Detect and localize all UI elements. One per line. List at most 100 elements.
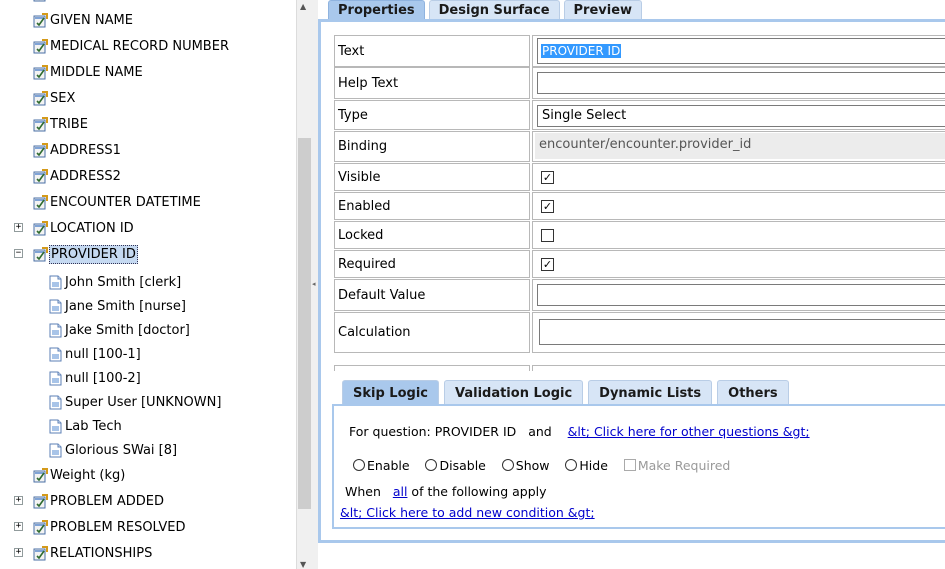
option-icon (49, 371, 62, 385)
option-icon (49, 443, 62, 457)
option-icon (49, 323, 62, 337)
tab-skip-logic[interactable]: Skip Logic (342, 380, 439, 405)
radio-disable[interactable]: Disable (425, 458, 486, 473)
property-label: Text (334, 35, 530, 67)
property-row-locked: Locked (334, 221, 945, 249)
tree-option-item[interactable]: Jane Smith [nurse] (49, 296, 187, 316)
radio-label: Disable (439, 458, 486, 473)
tree-question-item[interactable]: TRIBE (33, 114, 89, 134)
question-icon (33, 116, 48, 131)
other-questions-link[interactable]: &lt; Click here for other questions &gt; (568, 424, 810, 439)
property-label: Required (334, 250, 530, 278)
expand-plus-icon[interactable]: + (14, 522, 23, 531)
option-icon (49, 419, 62, 433)
text-value: PROVIDER ID (541, 44, 622, 58)
tree-item-label: John Smith [clerk] (65, 274, 182, 290)
tree-option-item[interactable]: null [100-1] (49, 344, 142, 364)
tree-question-item[interactable]: FAMILY NAME (33, 0, 137, 4)
property-row-required: Required ✓ (334, 250, 945, 278)
tree-option-item[interactable]: Lab Tech (49, 416, 123, 436)
tree-question-item[interactable]: SEX (33, 88, 76, 108)
tree-item-label: ADDRESS2 (50, 168, 121, 184)
when-line: When all of the following apply (345, 484, 547, 499)
scroll-up-arrow-icon[interactable]: ▲ (300, 2, 306, 11)
property-label: Enabled (334, 192, 530, 220)
radio-hide[interactable]: Hide (565, 458, 608, 473)
tree-option-item[interactable]: John Smith [clerk] (49, 272, 182, 292)
tree-option-item[interactable]: null [100-2] (49, 368, 142, 388)
tree-item-label: Weight (kg) (50, 467, 126, 483)
expand-plus-icon[interactable]: + (14, 548, 23, 557)
make-required-label: Make Required (637, 458, 731, 473)
tree-question-item[interactable]: MIDDLE NAME (33, 62, 144, 82)
property-value-cell: ✓ (532, 163, 945, 191)
scroll-down-arrow-icon[interactable]: ▼ (300, 560, 306, 569)
add-condition-link[interactable]: &lt; Click here to add new condition &gt… (340, 505, 595, 520)
question-icon (33, 64, 48, 79)
question-icon (33, 519, 48, 534)
tab-properties[interactable]: Properties (328, 0, 425, 20)
required-checkbox[interactable]: ✓ (541, 258, 554, 271)
expand-plus-icon[interactable]: + (14, 223, 23, 232)
locked-checkbox[interactable] (541, 229, 554, 242)
tab-preview[interactable]: Preview (563, 0, 643, 20)
tree-item-label: Glorious SWai [8] (65, 442, 178, 458)
expand-plus-icon[interactable]: + (14, 496, 23, 505)
radio-enable[interactable]: Enable (353, 458, 410, 473)
tab-others[interactable]: Others (717, 380, 789, 405)
tree-question-item[interactable]: PROBLEM ADDED (33, 491, 165, 511)
calculation-input[interactable] (539, 319, 945, 345)
logic-tabs: Skip Logic Validation Logic Dynamic List… (342, 380, 789, 405)
tree-item-label: null [100-1] (65, 346, 141, 362)
tree-question-item[interactable]: Weight (kg) (33, 465, 126, 485)
tab-validation-logic[interactable]: Validation Logic (443, 380, 584, 405)
collapse-minus-icon[interactable]: − (14, 249, 23, 258)
question-icon (33, 194, 48, 209)
default-value-input[interactable] (537, 284, 945, 306)
property-label: Calculation (334, 312, 530, 353)
radio-show[interactable]: Show (501, 458, 550, 473)
when-text: When (345, 484, 381, 499)
tree-question-item[interactable]: MEDICAL RECORD NUMBER (33, 36, 230, 56)
question-icon (33, 493, 48, 508)
splitter[interactable]: ▲ ▼ ◂ (296, 0, 318, 569)
tree-item-label: FAMILY NAME (49, 0, 137, 3)
property-value-cell: encounter/encounter.provider_id (532, 131, 945, 162)
action-radios: Enable Disable Show Hide Make Required (353, 458, 730, 473)
tree-question-item[interactable]: LOCATION ID (33, 218, 135, 238)
enabled-checkbox[interactable]: ✓ (541, 200, 554, 213)
tree-option-item[interactable]: Jake Smith [doctor] (49, 320, 191, 340)
tree-item-label: Jake Smith [doctor] (65, 322, 190, 338)
tree-question-item[interactable]: PROBLEM RESOLVED (33, 517, 187, 537)
visible-checkbox[interactable]: ✓ (541, 171, 554, 184)
type-select[interactable]: Single Select (537, 105, 945, 127)
tree-question-item[interactable]: ENCOUNTER DATETIME (33, 192, 202, 212)
all-link[interactable]: all (393, 484, 408, 499)
form-tree[interactable]: FAMILY NAME GIVEN NAME MEDICAL RECORD NUMB… (0, 0, 296, 569)
property-value-cell (532, 221, 945, 249)
tree-item-label: PROBLEM RESOLVED (50, 519, 186, 535)
tree-item-label: GIVEN NAME (50, 12, 133, 28)
tree-question-item[interactable]: PROVIDER ID (33, 244, 138, 264)
checkbox-icon (623, 459, 636, 471)
question-icon (33, 168, 48, 183)
property-row-default-value: Default Value (334, 279, 945, 311)
tree-item-label: PROBLEM ADDED (50, 493, 164, 509)
tree-question-item[interactable]: ADDRESS2 (33, 166, 122, 186)
tree-question-item[interactable]: GIVEN NAME (33, 10, 134, 30)
help-text-input[interactable] (537, 72, 945, 94)
scrollbar-thumb[interactable] (298, 138, 311, 509)
tab-design-surface[interactable]: Design Surface (428, 0, 560, 20)
text-input[interactable]: PROVIDER ID (537, 38, 945, 64)
tree-option-item[interactable]: Super User [UNKNOWN] (49, 392, 222, 412)
tree-option-item[interactable]: Glorious SWai [8] (49, 440, 178, 460)
tree-item-label: Super User [UNKNOWN] (65, 394, 222, 410)
and-text: and (528, 424, 552, 439)
question-icon (33, 467, 48, 482)
property-label: Locked (334, 221, 530, 249)
tree-question-item[interactable]: ADDRESS1 (33, 140, 122, 160)
tab-dynamic-lists[interactable]: Dynamic Lists (588, 380, 713, 405)
option-icon (49, 275, 62, 289)
tree-question-item[interactable]: RELATIONSHIPS (33, 543, 153, 563)
properties-panel: Properties Design Surface Preview Text P… (318, 0, 945, 569)
